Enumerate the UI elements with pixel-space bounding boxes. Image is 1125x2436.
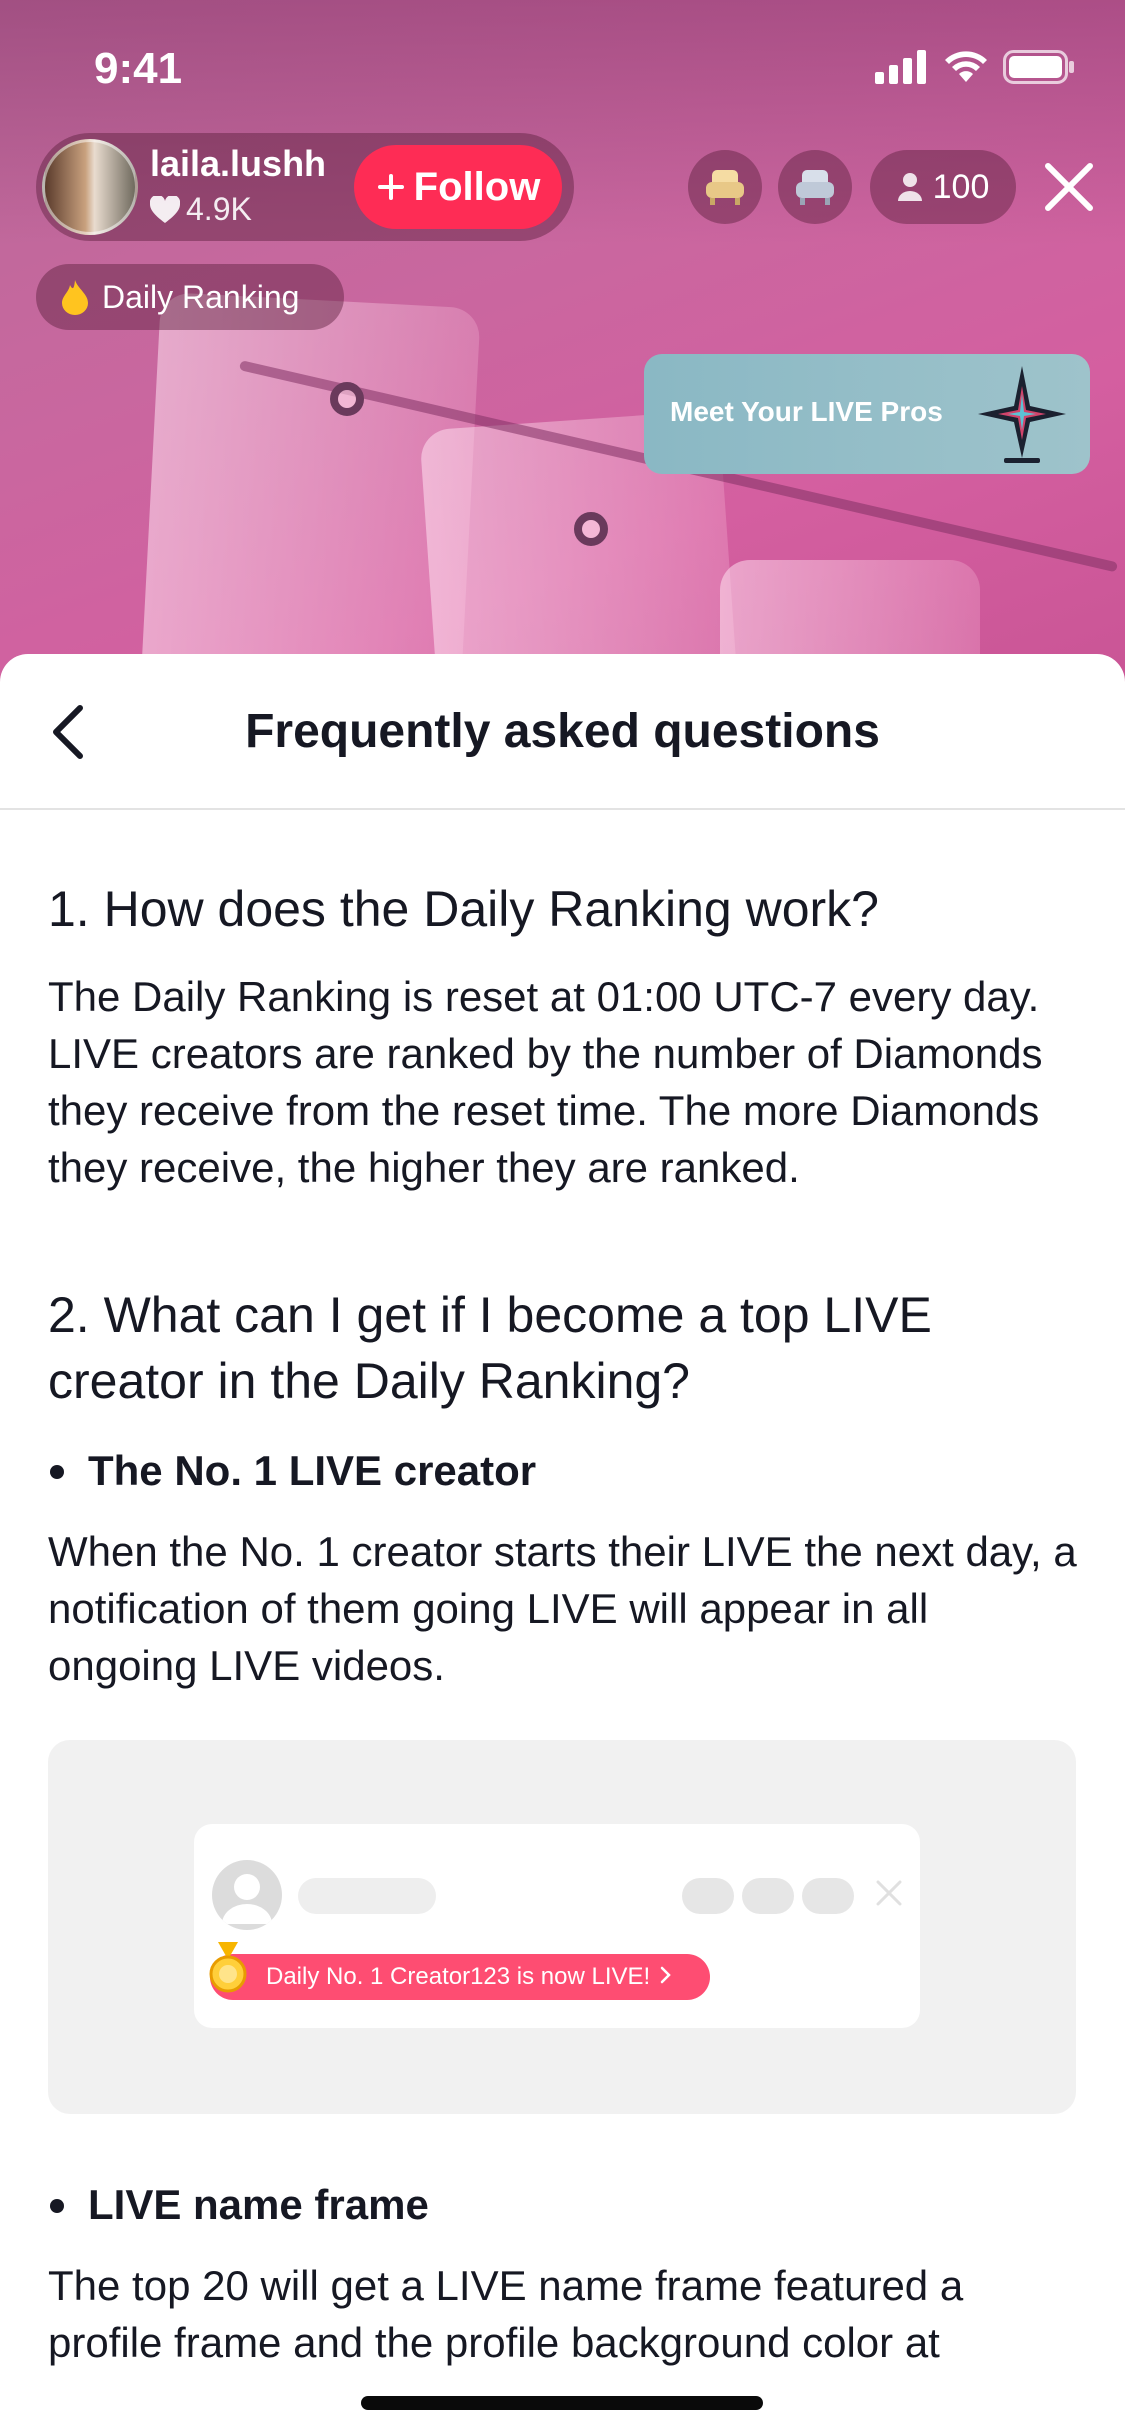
now-live-text: Daily No. 1 Creator123 is now LIVE! xyxy=(266,1963,651,1990)
daily-ranking-label: Daily Ranking xyxy=(102,278,300,315)
host-likes: 4.9K xyxy=(150,191,252,228)
gift-seat-1[interactable] xyxy=(688,150,762,224)
faq-question-2: 2. What can I get if I become a top LIVE… xyxy=(48,1287,932,1409)
gift-seat-2[interactable] xyxy=(778,150,852,224)
illustration-card: Daily No. 1 Creator123 is now LIVE! xyxy=(194,1824,920,2028)
bullet-no1-creator: The No. 1 LIVE creator xyxy=(48,1442,1078,1499)
faq-sheet: Frequently asked questions 1. How does t… xyxy=(0,654,1125,2436)
placeholder-avatar xyxy=(212,1860,282,1930)
host-avatar[interactable] xyxy=(42,139,138,235)
heart-icon xyxy=(150,195,180,223)
wifi-icon xyxy=(945,51,987,82)
star-logo-icon xyxy=(978,366,1066,463)
status-time: 9:41 xyxy=(94,44,183,93)
placeholder-close-icon xyxy=(876,1880,902,1906)
host-info-pill[interactable]: laila.lushh 4.9K Follow xyxy=(36,133,574,241)
viewer-count: 100 xyxy=(932,167,990,206)
follow-button[interactable]: Follow xyxy=(354,145,562,229)
live-name-frame-text: The top 20 will get a LIVE name frame fe… xyxy=(48,2262,964,2366)
chevron-right-icon xyxy=(660,1963,672,1991)
plus-icon xyxy=(377,174,404,200)
placeholder-name-bar xyxy=(298,1878,436,1914)
follow-label: Follow xyxy=(413,164,541,209)
faq-content: 1. How does the Daily Ranking work? The … xyxy=(48,810,1078,2371)
signal-icon xyxy=(875,50,926,84)
home-indicator[interactable] xyxy=(361,2396,763,2410)
close-icon[interactable] xyxy=(1040,158,1098,216)
placeholder-pill xyxy=(682,1878,734,1914)
sheet-header: Frequently asked questions xyxy=(0,654,1125,810)
sheet-title: Frequently asked questions xyxy=(245,705,880,758)
status-bar: 9:41 xyxy=(0,0,1125,130)
faq-question-1: 1. How does the Daily Ranking work? xyxy=(48,881,879,937)
flame-icon xyxy=(62,280,88,315)
host-name: laila.lushh xyxy=(150,143,327,184)
medal-icon xyxy=(209,1942,247,1993)
live-pros-text: Meet Your LIVE Pros xyxy=(670,396,943,427)
notification-illustration: Daily No. 1 Creator123 is now LIVE! xyxy=(48,1740,1076,2114)
person-icon xyxy=(897,173,922,201)
placeholder-pill xyxy=(742,1878,794,1914)
live-pros-banner[interactable]: Meet Your LIVE Pros xyxy=(644,354,1090,474)
armchair-icon xyxy=(796,170,834,205)
faq-answer-1: The Daily Ranking is reset at 01:00 UTC-… xyxy=(48,973,1043,1191)
viewer-count-pill[interactable]: 100 xyxy=(870,150,1016,224)
battery-icon xyxy=(1003,50,1074,84)
no1-creator-text: When the No. 1 creator starts their LIVE… xyxy=(48,1528,1077,1689)
now-live-banner: Daily No. 1 Creator123 is now LIVE! xyxy=(210,1954,710,2000)
placeholder-pill xyxy=(802,1878,854,1914)
avatar-placeholder-icon xyxy=(222,1874,272,1924)
daily-ranking-pill[interactable]: Daily Ranking xyxy=(36,264,344,330)
armchair-icon xyxy=(706,170,744,205)
bullet-live-name-frame: LIVE name frame xyxy=(48,2176,1078,2233)
host-likes-count: 4.9K xyxy=(186,191,252,227)
